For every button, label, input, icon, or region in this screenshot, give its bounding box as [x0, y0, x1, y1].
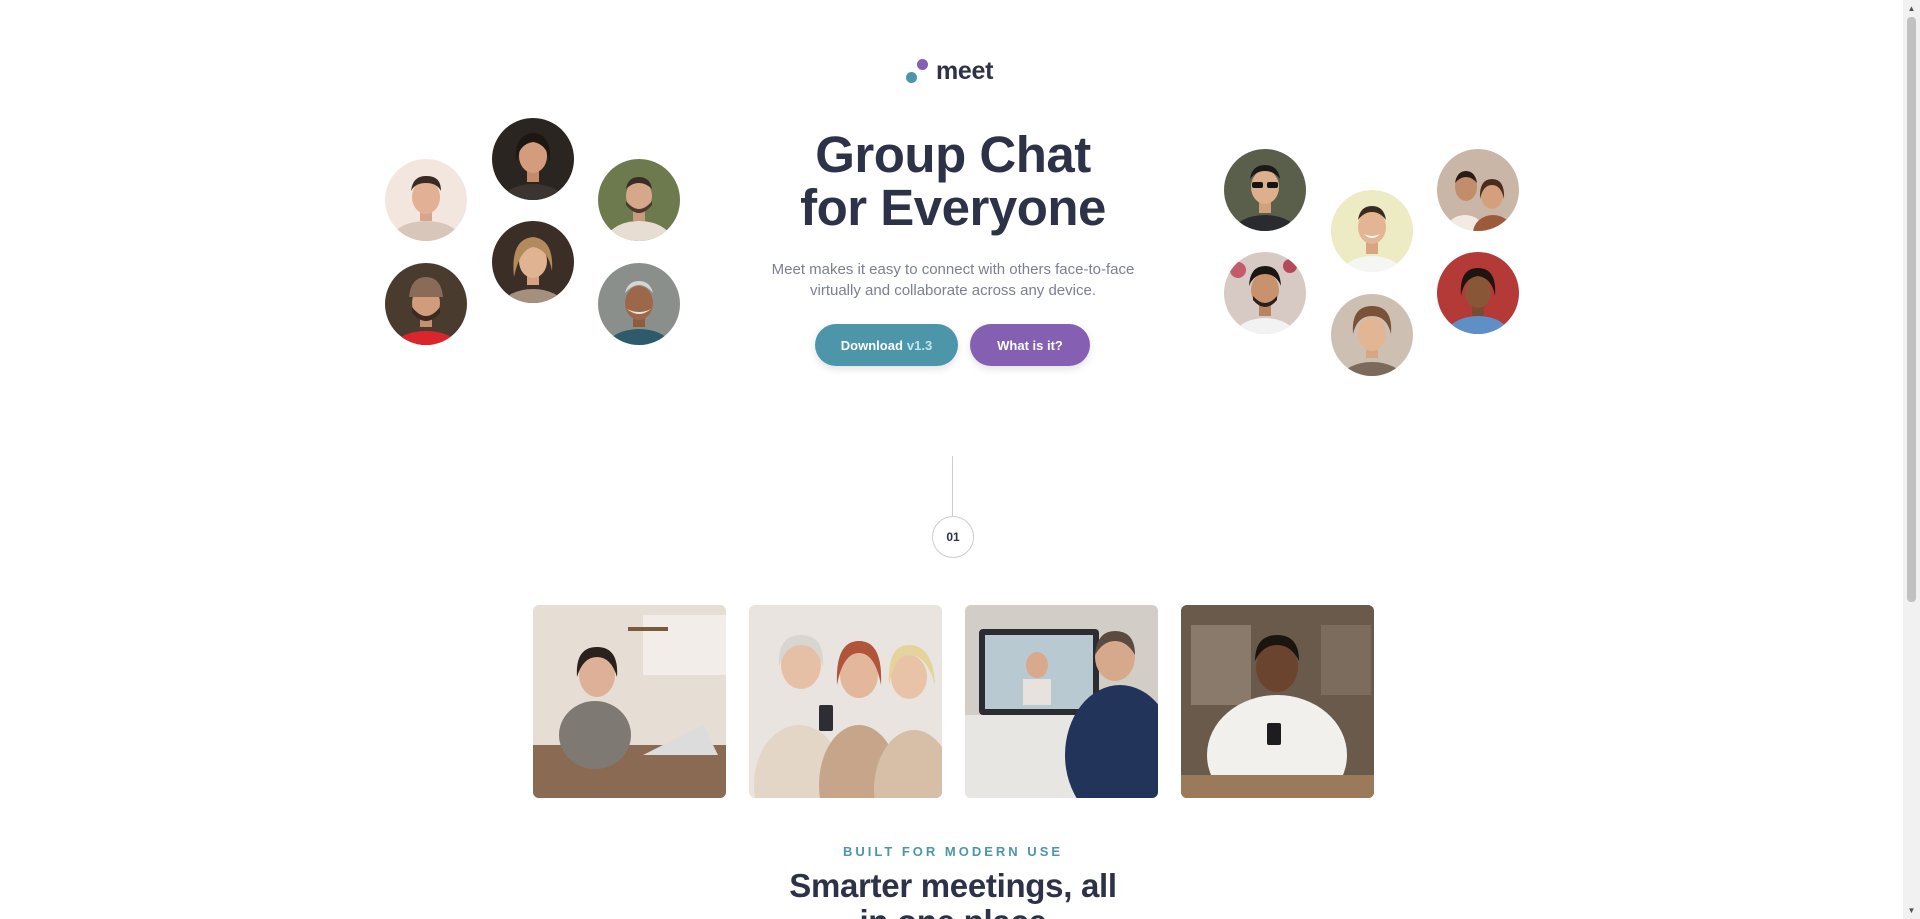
hero-title-line2: for Everyone	[800, 179, 1106, 236]
avatar-man-sunglasses	[1224, 149, 1306, 231]
photo-video-call	[965, 605, 1158, 798]
avatar-man-flowers	[1224, 252, 1306, 334]
avatar-man-yellow-bg	[1331, 190, 1413, 272]
download-label: Download	[840, 337, 903, 353]
step-number-badge: 01	[932, 516, 974, 558]
avatar-woman-dark-hair	[492, 118, 574, 200]
section-title-line1: Smarter meetings, all	[789, 867, 1117, 904]
photo-man-phone	[1181, 605, 1374, 798]
hero-title: Group Chat for Everyone	[710, 128, 1196, 234]
page: meet Group Chat for Everyone Meet makes …	[0, 0, 1920, 919]
download-version: v1.3	[906, 337, 933, 353]
hero-subtitle-line1: Meet makes it easy to connect with other…	[771, 261, 1135, 278]
logo-text: meet	[936, 56, 994, 85]
scroll-up-arrow-icon[interactable]: ▲	[1903, 0, 1920, 17]
avatar-woman-denim	[1437, 252, 1519, 334]
avatar-man-curly-hair	[1331, 294, 1413, 376]
section-eyebrow: BUILT FOR MODERN USE	[842, 844, 1064, 859]
hero-title-line1: Group Chat	[815, 126, 1091, 183]
page-scrollbar[interactable]: ▲ ▼	[1903, 0, 1920, 919]
avatar-man-beard-jacket	[598, 159, 680, 241]
section-title: Smarter meetings, all in one place	[710, 868, 1196, 919]
avatar-man-light-sweater	[385, 159, 467, 241]
hero-subtitle: Meet makes it easy to connect with other…	[760, 259, 1146, 301]
avatar-couple	[1437, 149, 1519, 231]
avatar-woman-blonde-smiling	[492, 221, 574, 303]
download-button[interactable]: Download v1.3	[815, 324, 958, 366]
logo-icon	[906, 59, 928, 83]
photo-women-phone	[749, 605, 942, 798]
step-connector-line	[952, 456, 953, 516]
logo[interactable]: meet	[906, 56, 994, 85]
scroll-down-arrow-icon[interactable]: ▼	[1903, 902, 1920, 919]
hero-subtitle-line2: virtually and collaborate across any dev…	[810, 282, 1096, 299]
avatar-older-man	[598, 263, 680, 345]
section-title-line2: in one place	[710, 904, 1196, 919]
scrollbar-thumb[interactable]	[1907, 17, 1916, 602]
what-is-it-button[interactable]: What is it?	[970, 324, 1090, 366]
avatar-man-beanie	[385, 263, 467, 345]
photo-woman-laptop	[533, 605, 726, 798]
